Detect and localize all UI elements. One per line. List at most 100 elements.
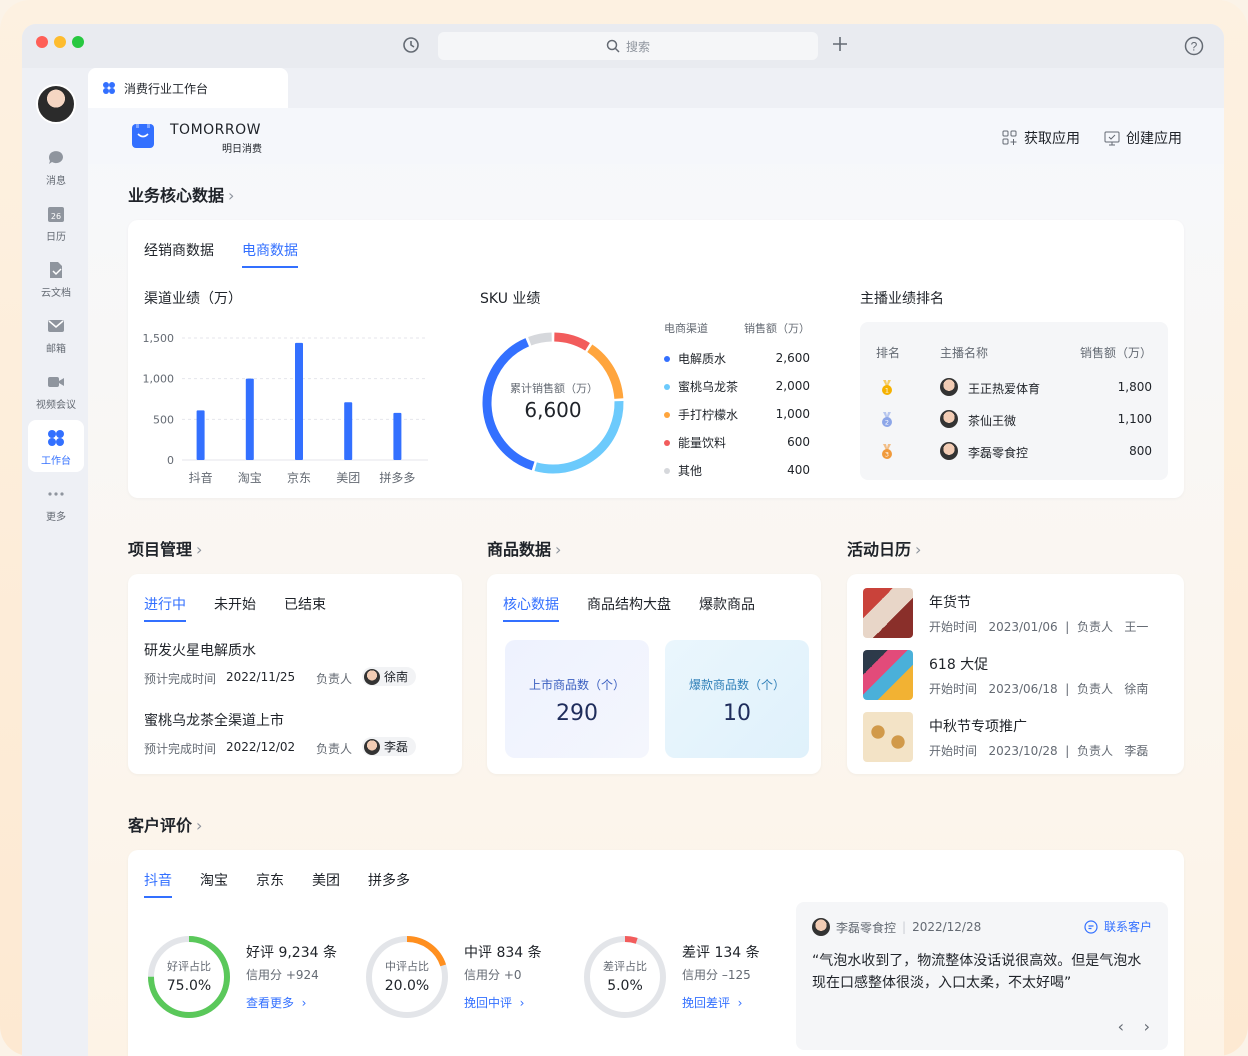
section-goods[interactable]: 商品数据 › — [487, 536, 561, 560]
legend-dot — [664, 412, 670, 418]
sku-value: 600 — [787, 435, 810, 449]
event-name: 年货节 — [929, 595, 971, 611]
chevron-right-icon: › — [228, 186, 235, 205]
stat-value: 10 — [723, 701, 751, 726]
workplace-icon — [48, 430, 64, 446]
sku-name: 其他 — [678, 463, 703, 478]
sidebar-item-workplace[interactable]: 工作台 — [28, 420, 84, 472]
sidebar-item-label: 邮箱 — [46, 344, 66, 355]
tab-douyin[interactable]: 抖音 — [144, 870, 172, 898]
plus-icon[interactable] — [832, 36, 848, 57]
bar-拼多多[interactable] — [393, 412, 402, 460]
tab-in-progress[interactable]: 进行中 — [144, 594, 186, 622]
donut-slice-能量饮料[interactable] — [554, 332, 590, 351]
tab-jd[interactable]: 京东 — [256, 870, 284, 898]
section-reviews[interactable]: 客户评价 › — [128, 812, 202, 836]
sidebar-item-label: 日历 — [46, 232, 66, 243]
tab-title: 消费行业工作台 — [124, 81, 209, 96]
tab-not-started[interactable]: 未开始 — [214, 594, 256, 622]
sidebar-item-mail[interactable]: 邮箱 — [28, 308, 84, 360]
review-action-link[interactable]: 挽回中评 › — [464, 994, 524, 1011]
tab-workplace[interactable]: 消费行业工作台 — [88, 68, 288, 108]
sidebar-item-messages[interactable]: 消息 — [28, 140, 84, 192]
bar-淘宝[interactable] — [245, 378, 254, 460]
sidebar-item-video[interactable]: 视频会议 — [28, 364, 84, 416]
sidebar-item-calendar[interactable]: 26 日历 — [28, 196, 84, 248]
sidebar-item-docs[interactable]: 云文档 — [28, 252, 84, 304]
tab-ecommerce-data[interactable]: 电商数据 — [242, 240, 298, 268]
bar-美团[interactable] — [344, 402, 353, 460]
close-window-button[interactable] — [36, 36, 48, 48]
maximize-window-button[interactable] — [72, 36, 84, 48]
tab-finished[interactable]: 已结束 — [284, 594, 326, 622]
review-action-link[interactable]: 查看更多 › — [246, 994, 306, 1011]
goods-card: 核心数据 商品结构大盘 爆款商品 上市商品数（个） 290 爆款商品数（个） 1… — [487, 574, 821, 774]
legend-dot — [664, 440, 670, 446]
sidebar-item-label: 更多 — [46, 512, 66, 523]
bronze-medal-icon: 3 — [882, 444, 892, 459]
event-meta: 开始时间 2023/10/28 | 负责人 李磊 — [929, 744, 1149, 758]
sku-header-sales: 销售额（万） — [744, 322, 810, 335]
legend-dot — [664, 356, 670, 362]
owner-name: 李磊 — [384, 740, 409, 754]
workplace-icon — [103, 82, 115, 94]
tab-dealer-data[interactable]: 经销商数据 — [144, 240, 214, 268]
help-icon[interactable]: ? — [1184, 36, 1204, 61]
tab-core-data[interactable]: 核心数据 — [503, 594, 559, 622]
y-tick-label: 1,000 — [143, 373, 175, 386]
tab-hot-goods[interactable]: 爆款商品 — [699, 594, 755, 622]
chevron-right-icon: › — [555, 540, 562, 559]
listed-goods-stat[interactable]: 上市商品数（个） 290 — [505, 640, 649, 758]
review-action-link[interactable]: 挽回差评 › — [682, 994, 742, 1011]
section-project[interactable]: 项目管理 › — [128, 536, 202, 560]
history-icon[interactable] — [402, 36, 420, 59]
chevron-right-icon[interactable]: › — [1144, 1017, 1150, 1036]
get-apps-button[interactable]: 获取应用 — [1002, 128, 1080, 148]
project-item[interactable]: 研发火星电解质水 预计完成时间 2022/11/25 负责人 徐南 — [144, 640, 446, 700]
create-app-button[interactable]: 创建应用 — [1104, 128, 1182, 148]
channel-chart-title: 渠道业绩（万） — [144, 291, 242, 307]
search-input[interactable]: 搜索 — [438, 32, 818, 60]
ring-label: 差评占比 — [603, 960, 647, 973]
sidebar-item-more[interactable]: 更多 — [28, 476, 84, 528]
owner-pill[interactable]: 徐南 — [362, 667, 417, 686]
y-tick-label: 1,500 — [143, 332, 175, 345]
tab-taobao[interactable]: 淘宝 — [200, 870, 228, 898]
bar-抖音[interactable] — [196, 410, 205, 460]
link-label: 挽回差评 — [682, 996, 731, 1010]
event-item[interactable]: 618 大促 开始时间 2023/06/18 | 负责人 徐南 — [863, 650, 1168, 700]
anchor-name[interactable]: 李磊零食控 — [968, 444, 1028, 461]
contact-customer-button[interactable]: 联系客户 — [1084, 918, 1152, 935]
event-item[interactable]: 中秋节专项推广 开始时间 2023/10/28 | 负责人 李磊 — [863, 712, 1168, 762]
chat-icon — [1084, 919, 1098, 934]
owner-pill[interactable]: 李磊 — [362, 737, 417, 756]
link-label: 挽回中评 — [464, 996, 513, 1010]
gold-medal-icon: 1 — [882, 380, 892, 395]
anchor-name[interactable]: 王正热爱体育 — [968, 380, 1040, 397]
anchor-name[interactable]: 茶仙王微 — [968, 412, 1016, 429]
avatar[interactable] — [36, 84, 76, 124]
sku-total: 6,600 — [524, 398, 582, 422]
core-data-card: 经销商数据 电商数据 渠道业绩（万） 0 500 1,000 1,500 抖音 淘宝 京东 美… — [128, 220, 1184, 498]
event-item[interactable]: 年货节 开始时间 2023/01/06 | 负责人 王一 — [863, 588, 1168, 638]
x-tick-label: 拼多多 — [379, 471, 415, 485]
rank-row: 3 李磊零食控 800 — [860, 442, 1168, 462]
svg-text:26: 26 — [51, 212, 61, 221]
tab-goods-structure[interactable]: 商品结构大盘 — [587, 594, 671, 622]
calendar-icon: 26 — [48, 207, 64, 222]
project-item[interactable]: 蜜桃乌龙茶全渠道上市 预计完成时间 2022/12/02 负责人 李磊 — [144, 710, 446, 770]
event-name: 618 大促 — [929, 657, 989, 673]
sku-legend-row: 能量饮料 600 — [664, 434, 810, 450]
chevron-left-icon[interactable]: ‹ — [1118, 1017, 1124, 1036]
bar-京东[interactable] — [295, 342, 303, 460]
section-core-data[interactable]: 业务核心数据 › — [128, 182, 234, 206]
minimize-window-button[interactable] — [54, 36, 66, 48]
tab-pinduoduo[interactable]: 拼多多 — [368, 870, 410, 898]
section-events[interactable]: 活动日历 › — [847, 536, 921, 560]
hot-goods-stat[interactable]: 爆款商品数（个） 10 — [665, 640, 809, 758]
donut-slice-其他[interactable] — [528, 332, 552, 346]
sku-legend-table: 电商渠道 销售额（万） 电解质水 2,600 蜜桃乌龙茶 2,000 手打柠檬水 1,00… — [664, 320, 810, 478]
comment-date: 2022/12/28 — [912, 920, 982, 934]
review-count: 差评 134 条 — [682, 945, 760, 961]
tab-meituan[interactable]: 美团 — [312, 870, 340, 898]
